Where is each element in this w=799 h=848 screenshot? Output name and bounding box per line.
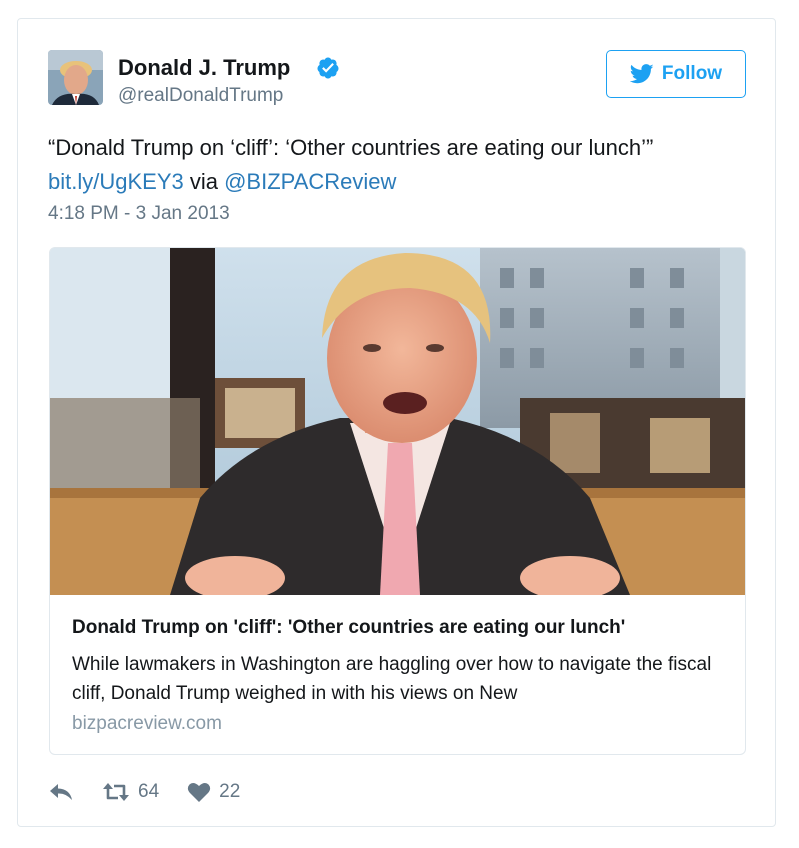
follow-label: Follow bbox=[661, 63, 723, 84]
tweet-card: Donald J. Trump @realDonaldTrump Follow … bbox=[17, 18, 776, 827]
retweet-count: 64 bbox=[138, 781, 160, 802]
user-handle[interactable]: @realDonaldTrump bbox=[118, 85, 283, 107]
card-image bbox=[50, 248, 745, 595]
twitter-bird-icon bbox=[629, 64, 654, 84]
verified-badge-icon bbox=[317, 57, 339, 79]
card-description: While lawmakers in Washington are haggli… bbox=[72, 654, 712, 704]
tweet-actions: 64 22 bbox=[48, 777, 240, 807]
avatar[interactable] bbox=[48, 50, 103, 105]
like-count: 22 bbox=[219, 781, 241, 802]
reply-button[interactable] bbox=[48, 782, 74, 802]
card-title: Donald Trump on 'cliff': 'Other countrie… bbox=[72, 617, 626, 638]
display-name[interactable]: Donald J. Trump bbox=[118, 55, 290, 81]
follow-button[interactable]: Follow bbox=[606, 50, 746, 98]
mention-link[interactable]: @BIZPACReview bbox=[224, 169, 396, 194]
timestamp[interactable]: 4:18 PM - 3 Jan 2013 bbox=[48, 203, 230, 225]
card-domain: bizpacreview.com bbox=[72, 713, 222, 734]
retweet-button[interactable]: 64 bbox=[102, 781, 159, 803]
link-preview-card[interactable]: Donald Trump on 'cliff': 'Other countrie… bbox=[49, 247, 746, 755]
tweet-link[interactable]: bit.ly/UgKEY3 bbox=[48, 169, 184, 194]
tweet-text-main: “Donald Trump on ‘cliff’: ‘Other countri… bbox=[48, 135, 654, 160]
tweet-text: “Donald Trump on ‘cliff’: ‘Other countri… bbox=[48, 131, 748, 199]
like-button[interactable]: 22 bbox=[187, 781, 240, 803]
reply-icon bbox=[50, 784, 72, 800]
heart-icon bbox=[188, 783, 211, 802]
retweet-icon bbox=[103, 783, 129, 801]
tweet-via: via bbox=[183, 169, 225, 194]
